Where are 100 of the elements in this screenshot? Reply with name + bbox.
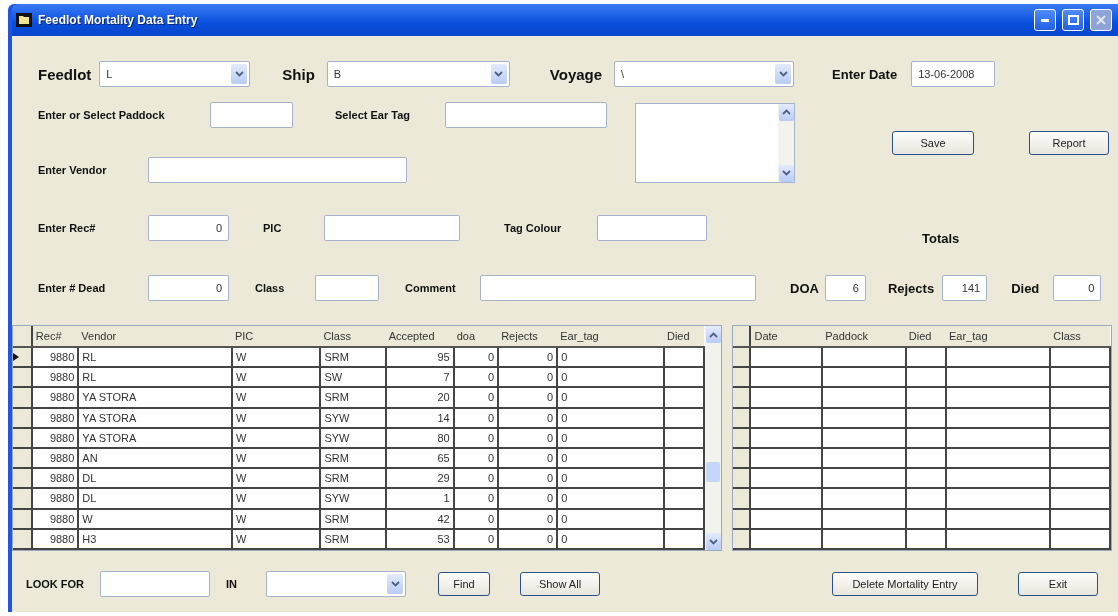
table-cell: 0 (557, 427, 664, 448)
table-cell: SRM (320, 347, 386, 368)
table-cell: 0 (498, 447, 558, 469)
table-cell: 0 (453, 447, 499, 469)
vendor-label: Enter Vendor (38, 164, 108, 176)
look-for-label: LOOK FOR (26, 578, 86, 590)
table-cell: 0 (498, 347, 558, 368)
table-cell: W (231, 508, 321, 529)
rec-field[interactable]: 0 (148, 214, 229, 241)
maximize-button[interactable] (1062, 9, 1084, 31)
table-cell: 9880 (31, 347, 79, 368)
filter-label: Voyage (549, 65, 603, 83)
table-cell: 53 (385, 528, 454, 549)
save-button[interactable]: Save (892, 130, 974, 155)
column-header[interactable]: doa (453, 326, 499, 347)
table-cell: 65 (385, 447, 454, 469)
column-header[interactable]: Vendor (78, 326, 232, 347)
table-cell: RL (78, 367, 232, 388)
tag-colour-field[interactable] (597, 214, 707, 241)
table-cell: W (231, 367, 321, 388)
report-button[interactable]: Report (1029, 130, 1109, 155)
paddock-label: Enter or Select Paddock (38, 109, 166, 121)
scroll-down-icon[interactable] (705, 533, 721, 550)
ear-tag-field[interactable] (445, 102, 607, 128)
table-cell: 80 (385, 427, 454, 448)
table-cell: 9880 (31, 427, 79, 448)
exit-button[interactable]: Exit (1018, 572, 1098, 596)
row-selector[interactable] (13, 387, 32, 408)
table-cell: SYW (320, 488, 386, 509)
rec-label: Enter Rec# (38, 221, 97, 234)
row-selector[interactable] (13, 347, 32, 368)
scroll-thumb[interactable] (706, 462, 720, 482)
date-label: Enter Date (832, 66, 898, 82)
table-cell: 42 (385, 508, 454, 529)
row-selector[interactable] (13, 468, 32, 489)
column-header[interactable]: Died (663, 326, 704, 347)
column-header[interactable]: Paddock (822, 326, 906, 347)
table-cell: 0 (557, 367, 664, 388)
scroll-up-icon[interactable] (705, 326, 721, 343)
total-field: 0 (1053, 275, 1102, 301)
filter-dropdown[interactable]: L (99, 61, 251, 87)
column-header[interactable]: Class (1050, 326, 1110, 347)
table-cell: SRM (320, 447, 386, 469)
column-header[interactable]: Died (905, 326, 946, 347)
filter-dropdown[interactable]: \ (614, 61, 795, 87)
table-cell: 9880 (31, 468, 79, 489)
column-header[interactable]: Rejects (498, 326, 558, 347)
maximize-icon[interactable] (1067, 15, 1079, 25)
find-button[interactable]: Find (438, 572, 490, 596)
table-cell: 0 (498, 367, 558, 388)
paddock-field[interactable] (210, 102, 293, 128)
total-field: 141 (942, 275, 988, 301)
table-cell: 0 (498, 387, 558, 408)
column-header[interactable]: Class (320, 326, 386, 347)
scroll-down-icon[interactable] (778, 164, 794, 182)
column-header[interactable]: Ear_tag (557, 326, 664, 347)
row-selector[interactable] (13, 488, 32, 509)
vendor-field[interactable] (148, 157, 407, 183)
column-header[interactable]: PIC (231, 326, 321, 347)
table-cell: 0 (557, 387, 664, 408)
table-cell: 0 (557, 528, 664, 549)
table-cell: YA STORA (78, 427, 232, 448)
scrollbar[interactable] (705, 326, 721, 550)
row-selector[interactable] (13, 447, 32, 469)
scrollbar[interactable] (778, 103, 794, 182)
table-cell: 1 (385, 488, 454, 509)
table-cell: 9880 (31, 508, 79, 529)
minimize-button[interactable] (1034, 9, 1056, 31)
class-field[interactable] (315, 275, 379, 301)
table-cell: SW (320, 367, 386, 388)
column-header[interactable]: Date (750, 326, 823, 347)
date-field[interactable]: 13-06-2008 (911, 61, 996, 87)
table-cell: 0 (498, 427, 558, 448)
table-cell: 0 (498, 528, 558, 549)
scroll-up-icon[interactable] (778, 103, 794, 121)
table-cell: W (231, 528, 321, 549)
filter-dropdown[interactable]: B (326, 61, 510, 87)
table-cell: 0 (453, 407, 499, 428)
table-cell: SRM (320, 508, 386, 529)
pic-field[interactable] (324, 214, 460, 241)
delete-mortality-entry-button[interactable]: Delete Mortality Entry (832, 572, 978, 596)
filter-label: Feedlot (38, 65, 92, 83)
row-selector[interactable] (13, 427, 32, 448)
table-cell: 0 (453, 427, 499, 448)
column-header[interactable]: Rec# (31, 326, 79, 347)
table-cell: W (231, 468, 321, 489)
row-selector[interactable] (13, 508, 32, 529)
row-selector[interactable] (13, 367, 32, 388)
table-cell: 0 (453, 488, 499, 509)
minimize-icon[interactable] (1041, 18, 1049, 22)
row-selector[interactable] (13, 528, 32, 549)
column-header[interactable]: Accepted (385, 326, 454, 347)
window-title: Feedlot Mortality Data Entry (38, 13, 199, 27)
row-selector[interactable] (13, 407, 32, 428)
look-for-field[interactable] (100, 571, 210, 597)
dead-field[interactable]: 0 (148, 275, 229, 301)
column-header[interactable]: Ear_tag (945, 326, 1051, 347)
total-label: Died (1011, 280, 1040, 296)
show-all-button[interactable]: Show All (520, 572, 600, 596)
comment-field[interactable] (480, 275, 756, 301)
